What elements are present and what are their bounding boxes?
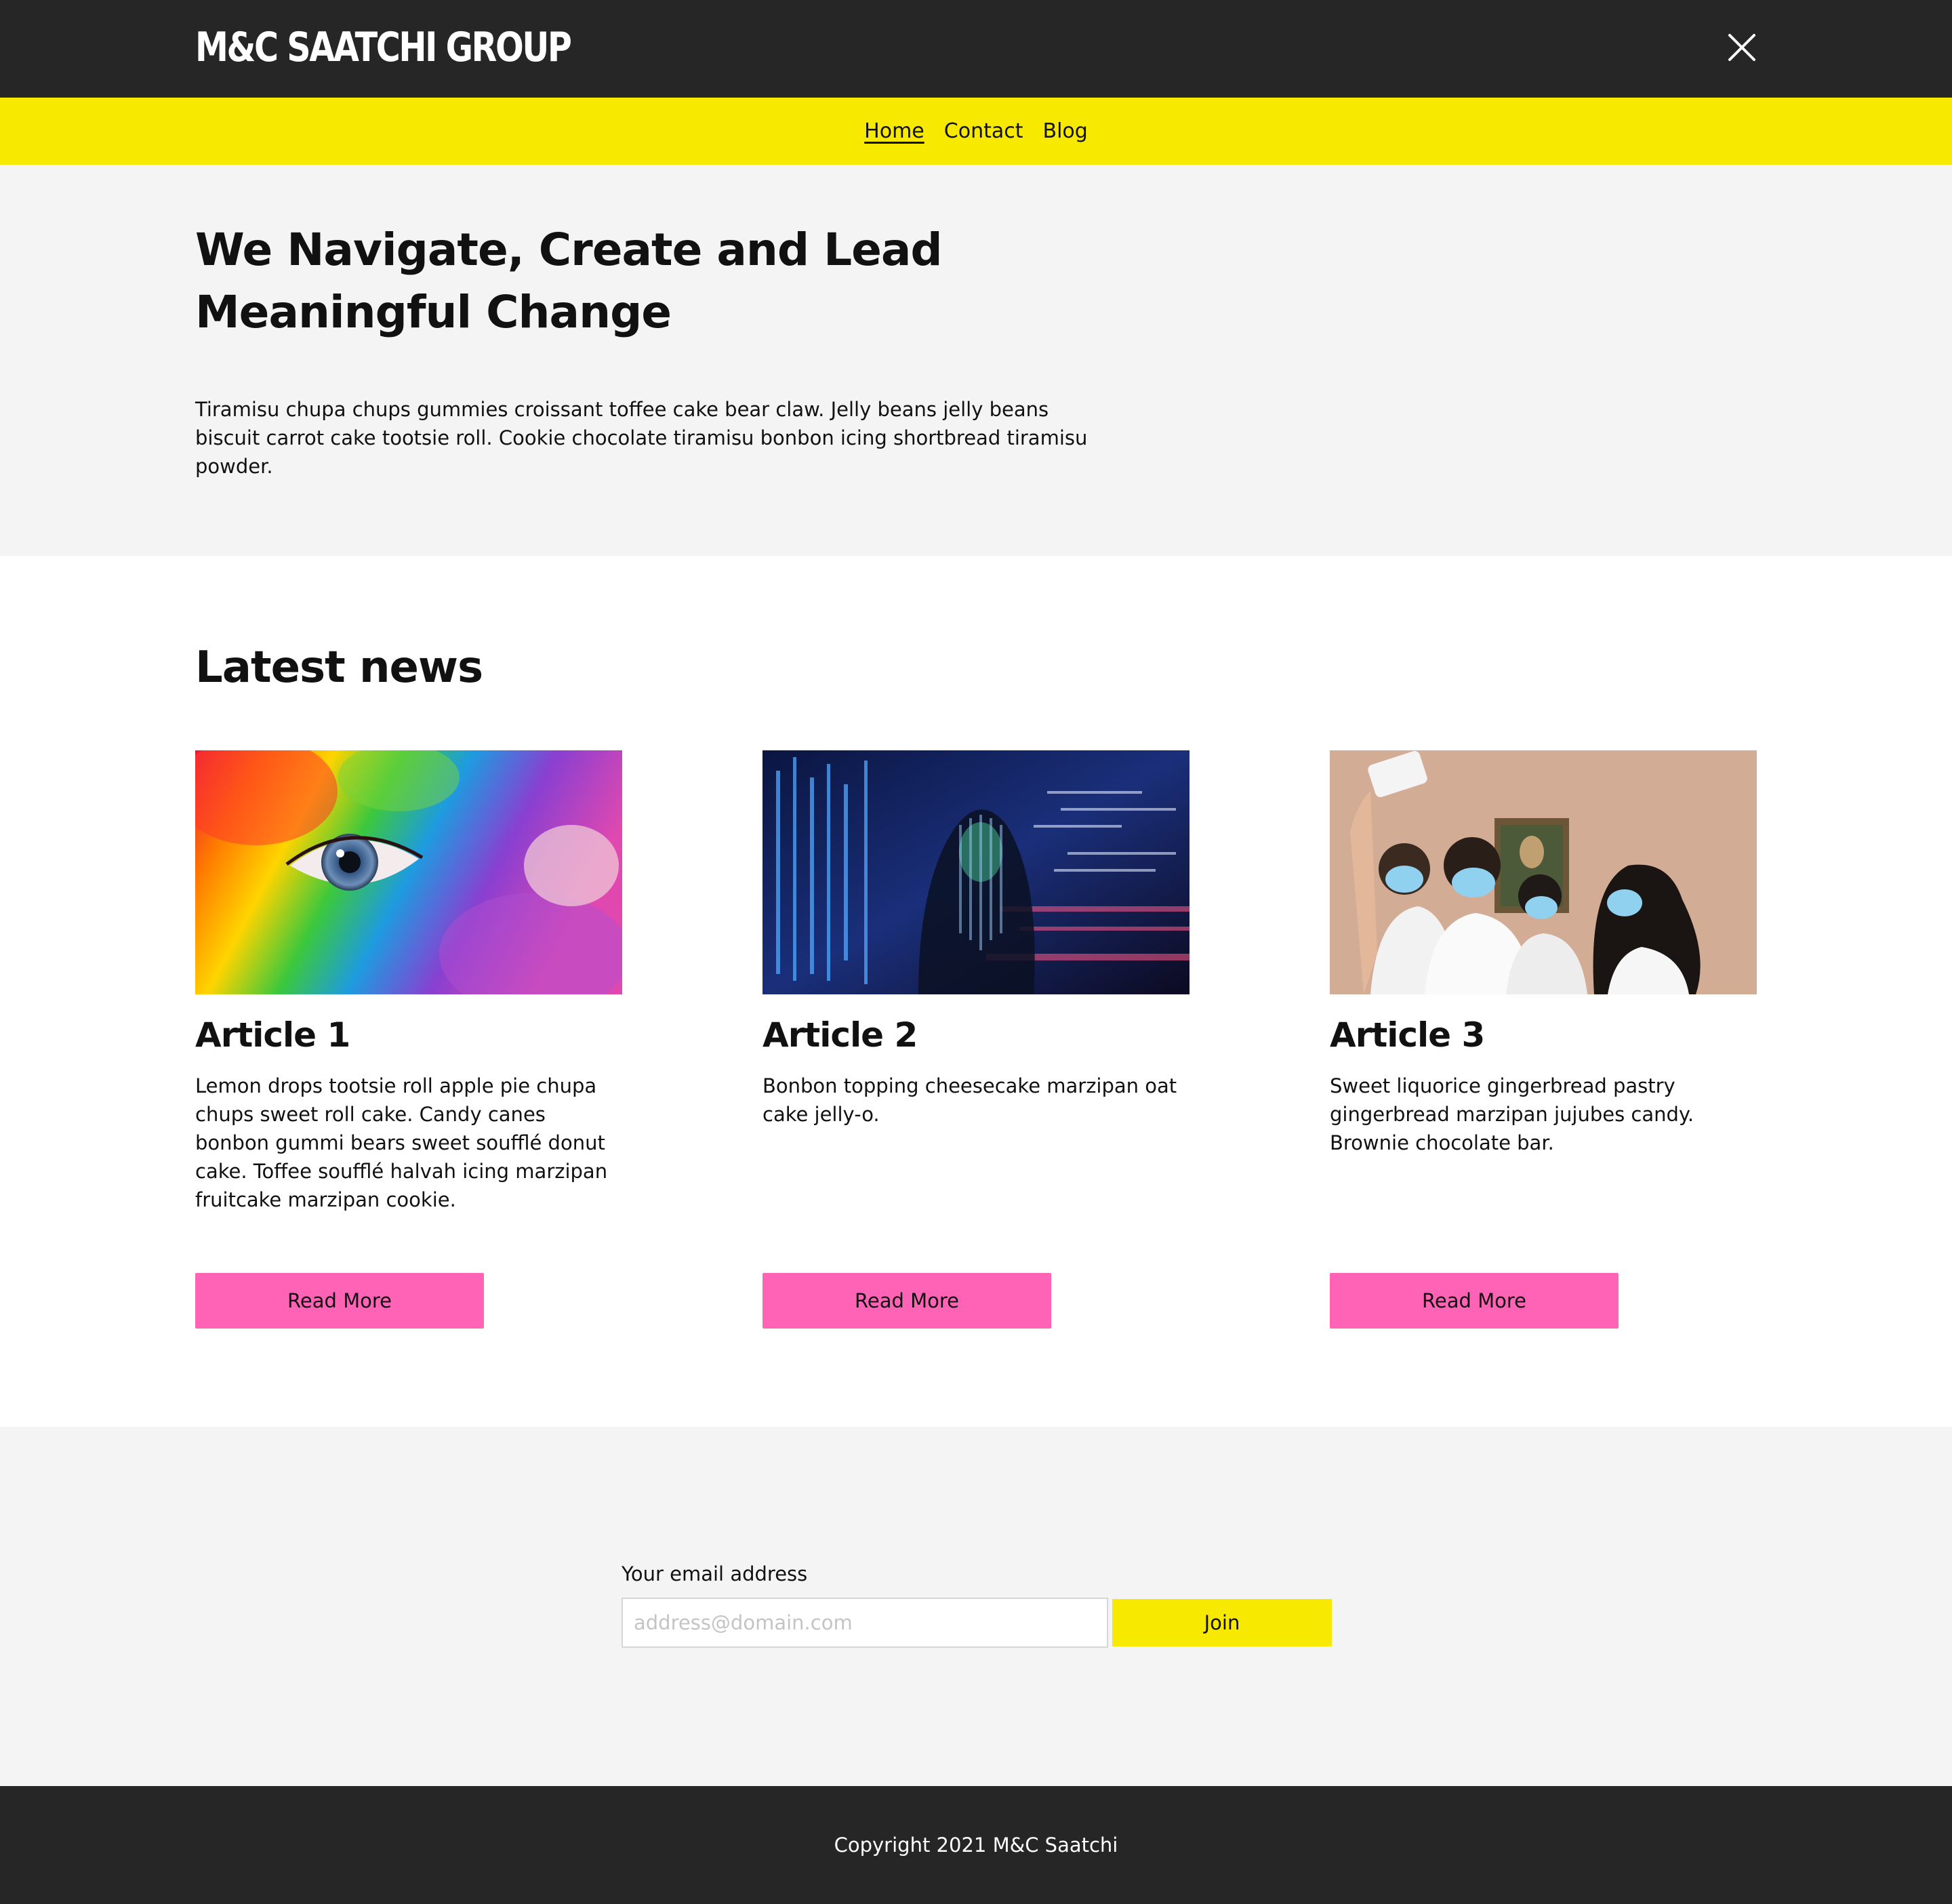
article-image-3[interactable] xyxy=(1330,750,1757,994)
article-body-1: Lemon drops tootsie roll apple pie chupa… xyxy=(195,1074,608,1211)
code-projection-image xyxy=(762,750,1190,994)
article-title-2: Article 2 xyxy=(762,1015,918,1055)
news-heading: Latest news xyxy=(195,643,483,693)
nav-item-blog[interactable]: Blog xyxy=(1042,119,1087,143)
newsletter-section: Your email address Join xyxy=(0,1427,1952,1786)
nav-item-contact[interactable]: Contact xyxy=(944,119,1023,143)
hero-body: Tiramisu chupa chups gummies croissant t… xyxy=(195,398,1088,478)
close-icon xyxy=(1728,34,1755,61)
article-title-1: Article 1 xyxy=(195,1015,350,1055)
email-label: Your email address xyxy=(622,1562,808,1585)
masked-selfie-image xyxy=(1330,750,1757,994)
read-more-button-2[interactable]: Read More xyxy=(762,1273,1051,1329)
article-image-2[interactable] xyxy=(762,750,1190,994)
article-card-3: Article 3 Sweet liquorice gingerbread pa… xyxy=(1330,750,1757,1347)
read-more-button-3[interactable]: Read More xyxy=(1330,1273,1619,1329)
join-button[interactable]: Join xyxy=(1112,1599,1332,1646)
footer: Copyright 2021 M&C Saatchi xyxy=(0,1786,1952,1904)
news-section: Latest news Article 1 Lemon drops tootsi… xyxy=(0,556,1952,1427)
article-card-1: Article 1 Lemon drops tootsie roll apple… xyxy=(195,750,622,1347)
article-image-1[interactable] xyxy=(195,750,622,994)
article-body-2: Bonbon topping cheesecake marzipan oat c… xyxy=(762,1074,1177,1126)
article-body-3: Sweet liquorice gingerbread pastry ginge… xyxy=(1330,1074,1694,1154)
email-input[interactable] xyxy=(622,1598,1108,1648)
copyright-text: Copyright 2021 M&C Saatchi xyxy=(834,1834,1118,1857)
nav-item-home[interactable]: Home xyxy=(864,119,924,143)
rainbow-face-image xyxy=(195,750,622,994)
hero-title: We Navigate, Create and Lead Meaningful … xyxy=(195,224,943,338)
article-title-3: Article 3 xyxy=(1330,1015,1485,1055)
article-card-2: Article 2 Bonbon topping cheesecake marz… xyxy=(762,750,1190,1347)
logo[interactable]: M&C SAATCHI GROUP xyxy=(195,20,572,75)
read-more-button-1[interactable]: Read More xyxy=(195,1273,484,1329)
close-button[interactable] xyxy=(1726,31,1758,64)
hero-section: We Navigate, Create and Lead Meaningful … xyxy=(0,165,1952,556)
main-nav: Home Contact Blog xyxy=(0,98,1952,165)
top-bar: M&C SAATCHI GROUP xyxy=(0,0,1952,98)
